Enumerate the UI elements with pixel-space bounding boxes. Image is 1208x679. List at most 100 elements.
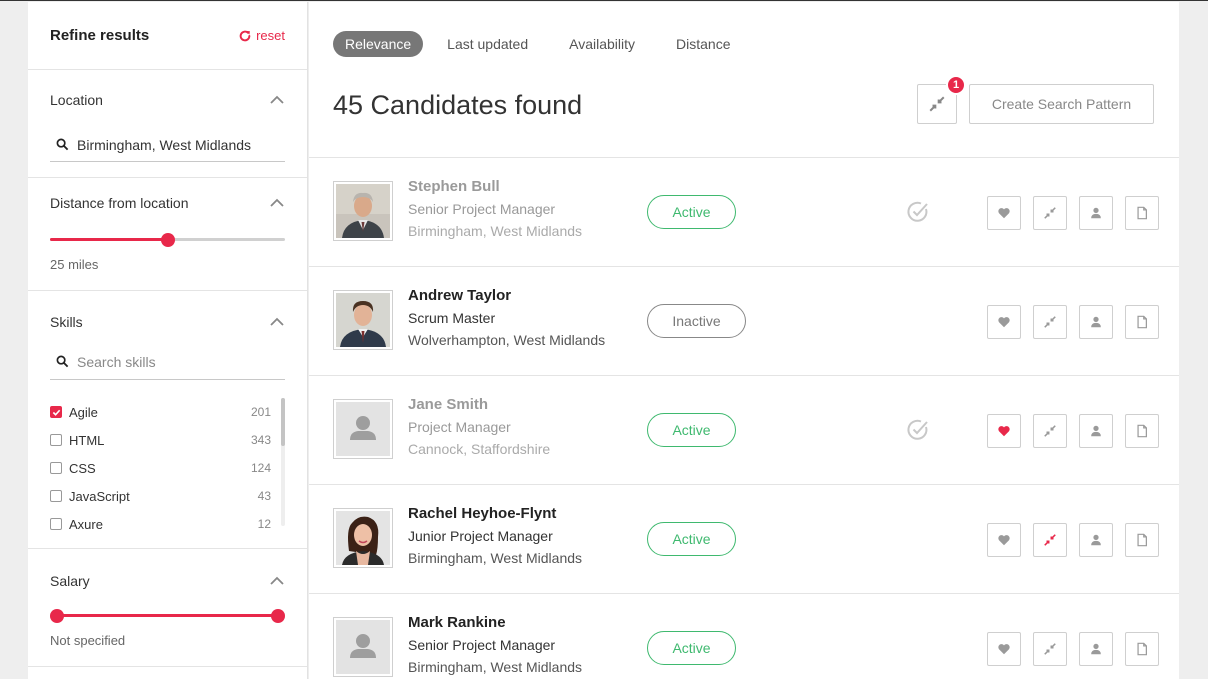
compare-candidate-button[interactable]	[1033, 523, 1067, 557]
skill-checkbox[interactable]	[50, 490, 62, 502]
candidate-location: Cannock, Staffordshire	[408, 441, 551, 457]
document-icon	[1137, 642, 1147, 656]
candidate-name[interactable]: Stephen Bull	[408, 178, 582, 195]
view-cv-button[interactable]	[1125, 414, 1159, 448]
skills-search-input[interactable]	[77, 353, 277, 370]
favourite-button[interactable]	[987, 414, 1021, 448]
slider-thumb[interactable]	[160, 233, 175, 247]
heart-icon	[998, 426, 1010, 437]
compare-candidate-button[interactable]	[1033, 305, 1067, 339]
view-cv-button[interactable]	[1125, 632, 1159, 666]
sort-tab-last-updated[interactable]: Last updated	[435, 31, 540, 57]
favourite-button[interactable]	[987, 523, 1021, 557]
avatar[interactable]	[333, 617, 393, 677]
skill-item-javascript[interactable]: JavaScript 43	[50, 482, 285, 510]
skills-scrollbar[interactable]	[281, 398, 285, 526]
compare-candidate-button[interactable]	[1033, 414, 1067, 448]
favourite-button[interactable]	[987, 305, 1021, 339]
view-cv-button[interactable]	[1125, 196, 1159, 230]
candidate-row[interactable]: Stephen Bull Senior Project Manager Birmin…	[309, 158, 1179, 267]
skill-checkbox[interactable]	[50, 518, 62, 530]
avatar[interactable]	[333, 399, 393, 459]
view-profile-button[interactable]	[1079, 196, 1113, 230]
user-icon	[1091, 643, 1101, 655]
avatar[interactable]	[333, 508, 393, 568]
distance-slider[interactable]	[50, 233, 285, 247]
document-icon	[1137, 424, 1147, 438]
search-icon	[56, 138, 69, 151]
compare-candidate-button[interactable]	[1033, 632, 1067, 666]
skill-item-axure[interactable]: Axure 12	[50, 510, 285, 538]
candidate-name[interactable]: Mark Rankine	[408, 614, 582, 631]
avatar[interactable]	[333, 290, 393, 350]
location-header[interactable]: Location	[50, 92, 285, 108]
view-profile-button[interactable]	[1079, 305, 1113, 339]
view-cv-button[interactable]	[1125, 305, 1159, 339]
reset-button[interactable]: reset	[238, 28, 285, 43]
salary-title: Salary	[50, 573, 90, 589]
distance-value: 25 miles	[50, 257, 99, 272]
status-badge: Inactive	[647, 304, 746, 338]
candidate-name[interactable]: Andrew Taylor	[408, 287, 605, 304]
refresh-icon	[239, 30, 251, 41]
sort-tab-distance[interactable]: Distance	[664, 31, 742, 57]
sort-tab-availability[interactable]: Availability	[557, 31, 647, 57]
compress-arrows-icon	[1044, 425, 1056, 437]
skill-checkbox[interactable]	[50, 462, 62, 474]
compare-button[interactable]: 1	[917, 75, 966, 124]
checkmark-icon	[52, 409, 60, 416]
skill-item-css[interactable]: CSS 124	[50, 454, 285, 482]
user-icon	[1091, 534, 1101, 546]
chevron-up-icon[interactable]	[269, 198, 285, 208]
skill-count: 201	[250, 405, 271, 419]
location-title: Location	[50, 92, 103, 108]
candidate-info: Rachel Heyhoe-Flynt Junior Project Manage…	[408, 505, 582, 566]
skill-item-agile[interactable]: Agile 201	[50, 398, 285, 426]
slider-thumb-max[interactable]	[270, 609, 285, 623]
user-placeholder-icon	[336, 402, 390, 456]
compress-arrows-icon	[1044, 207, 1056, 219]
skill-checkbox[interactable]	[50, 406, 62, 418]
location-input[interactable]: Birmingham, West Midlands	[50, 128, 285, 162]
salary-range-slider[interactable]	[50, 609, 285, 623]
favourite-button[interactable]	[987, 196, 1021, 230]
skills-header[interactable]: Skills	[50, 314, 285, 330]
slider-thumb-min[interactable]	[50, 609, 65, 623]
candidate-location: Birmingham, West Midlands	[408, 550, 583, 566]
candidate-actions	[987, 305, 1159, 339]
skills-title: Skills	[50, 314, 83, 330]
view-profile-button[interactable]	[1079, 414, 1113, 448]
view-profile-button[interactable]	[1079, 523, 1113, 557]
skills-list: Agile 201 HTML 343 CSS 124 JavaScript 43 Axure 12	[50, 398, 285, 538]
skills-search[interactable]	[50, 344, 285, 380]
candidate-row[interactable]: Mark Rankine Senior Project Manager Birmin…	[309, 594, 1179, 679]
scrollbar-thumb[interactable]	[281, 398, 285, 446]
profile-photo	[336, 293, 390, 347]
candidate-name[interactable]: Jane Smith	[408, 396, 550, 413]
view-cv-button[interactable]	[1125, 523, 1159, 557]
heart-icon	[998, 208, 1010, 219]
compare-candidate-button[interactable]	[1033, 196, 1067, 230]
candidate-name[interactable]: Rachel Heyhoe-Flynt	[408, 505, 582, 522]
candidate-row[interactable]: Jane Smith Project Manager Cannock, Staffo…	[309, 376, 1179, 485]
chevron-up-icon[interactable]	[269, 576, 285, 586]
candidate-info: Mark Rankine Senior Project Manager Birmin…	[408, 614, 582, 675]
view-profile-button[interactable]	[1079, 632, 1113, 666]
skill-checkbox[interactable]	[50, 434, 62, 446]
heart-icon	[998, 644, 1010, 655]
salary-header[interactable]: Salary	[50, 573, 285, 589]
avatar-image	[336, 402, 390, 456]
location-value[interactable]: Birmingham, West Midlands	[77, 137, 251, 153]
create-search-pattern-button[interactable]: Create Search Pattern	[969, 84, 1154, 124]
salary-value: Not specified	[50, 633, 126, 648]
document-icon	[1137, 206, 1147, 220]
sort-tab-relevance[interactable]: Relevance	[333, 31, 424, 57]
chevron-up-icon[interactable]	[269, 317, 285, 327]
candidate-row[interactable]: Rachel Heyhoe-Flynt Junior Project Manage…	[309, 485, 1179, 594]
avatar[interactable]	[333, 181, 393, 241]
chevron-up-icon[interactable]	[269, 95, 285, 105]
favourite-button[interactable]	[987, 632, 1021, 666]
distance-header[interactable]: Distance from location	[50, 195, 285, 211]
candidate-row[interactable]: Andrew Taylor Scrum Master Wolverhampton, …	[309, 267, 1179, 376]
skill-item-html[interactable]: HTML 343	[50, 426, 285, 454]
